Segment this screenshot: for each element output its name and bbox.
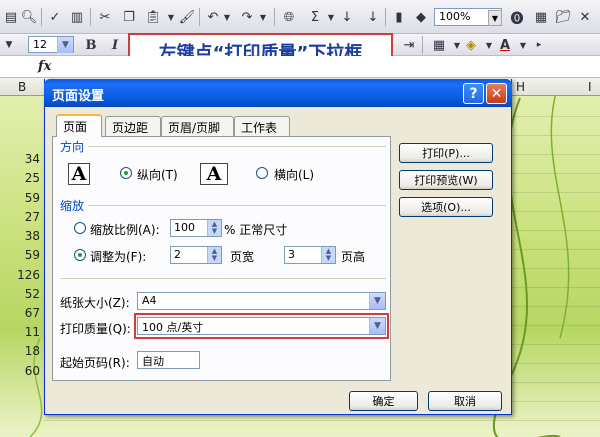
portrait-icon: A <box>68 163 90 185</box>
portrait-radio[interactable] <box>120 167 132 179</box>
formula-bar <box>0 56 600 78</box>
landscape-label[interactable]: 横向(L) <box>274 166 314 183</box>
font-size-select[interactable]: 12 ▼ <box>28 36 74 53</box>
tab-sheet[interactable]: 工作表 <box>234 116 290 136</box>
zoom-dropdown-icon[interactable]: ▼ <box>488 10 502 26</box>
folder-icon[interactable]: 📁︎ <box>554 8 572 26</box>
paper-size-select[interactable]: A4 ▼ <box>137 292 386 310</box>
fit-wide-suffix: 页宽 <box>230 250 255 264</box>
paper-size-value: A4 <box>142 294 157 307</box>
cell-value[interactable]: 59 <box>0 248 40 262</box>
cell-value[interactable]: 59 <box>0 191 40 205</box>
font-color-icon[interactable]: A <box>496 36 514 54</box>
print-preview-icon[interactable]: 🔍︎ <box>20 8 38 26</box>
column-h-header[interactable]: H <box>516 80 525 94</box>
cell-value[interactable]: 18 <box>0 344 40 358</box>
indent-icon[interactable]: ⇥ <box>400 36 418 54</box>
cell-value[interactable]: 25 <box>0 171 40 185</box>
fx-icon[interactable]: fx <box>38 59 51 74</box>
highlight-box <box>134 313 389 339</box>
spin-arrows-icon[interactable]: ▲ ▼ <box>321 247 335 263</box>
help-button[interactable]: ? <box>463 83 484 104</box>
orientation-group-label: 方向 <box>60 140 85 154</box>
undo-dropdown-icon[interactable]: ▼ <box>218 8 236 26</box>
cell-value[interactable]: 34 <box>0 152 40 166</box>
dialog-title: 页面设置 <box>44 79 512 107</box>
fit-tall-value: 3 <box>288 248 295 261</box>
spin-arrows-icon[interactable]: ▲ ▼ <box>207 220 221 236</box>
cell-value[interactable]: 60 <box>0 364 40 378</box>
close-button[interactable]: ✕ <box>486 83 507 104</box>
paste-icon[interactable]: 📋︎ <box>144 8 162 26</box>
column-i-header[interactable]: I <box>588 80 592 94</box>
zoom-value: 100% <box>439 10 471 23</box>
research-icon[interactable]: ▥ <box>68 8 86 26</box>
adjust-to-label[interactable]: 缩放比例(A): <box>90 221 160 238</box>
first-page-label: 起始页码(R): <box>60 356 130 370</box>
bold-button[interactable]: B <box>82 36 100 54</box>
ok-button[interactable]: 确定 <box>349 391 418 411</box>
fit-wide-value: 2 <box>174 248 181 261</box>
sort-descending-icon[interactable]: ↓ <box>364 8 382 26</box>
cell-value[interactable]: 52 <box>0 287 40 301</box>
chevron-down-icon[interactable]: ▼ <box>369 293 385 309</box>
redo-dropdown-icon[interactable]: ▼ <box>254 8 272 26</box>
tab-header-footer[interactable]: 页眉/页脚 <box>161 116 234 136</box>
borders-icon[interactable]: ▦ <box>430 36 448 54</box>
adjust-to-value: 100 <box>174 221 195 234</box>
tab-margins[interactable]: 页边距 <box>105 116 161 136</box>
print-button[interactable]: 打印(P)... <box>399 143 493 163</box>
adjust-to-radio[interactable] <box>74 222 86 234</box>
sheet-icon[interactable]: ▦ <box>532 8 550 26</box>
adjust-to-suffix: % 正常尺寸 <box>224 223 288 237</box>
first-page-input[interactable]: 自动 <box>137 351 200 369</box>
spelling-icon[interactable]: ✓ <box>46 8 64 26</box>
fit-to-radio[interactable] <box>74 249 86 261</box>
landscape-icon: A <box>200 163 228 185</box>
format-painter-icon[interactable]: 🖌︎ <box>178 8 196 26</box>
cell-value[interactable]: 11 <box>0 325 40 339</box>
drawing-icon[interactable]: ◆ <box>412 8 430 26</box>
cell-value[interactable]: 67 <box>0 306 40 320</box>
print-preview-button[interactable]: 打印预览(W) <box>399 170 493 190</box>
landscape-radio[interactable] <box>256 167 268 179</box>
toolbar-options-icon[interactable]: ▸ <box>530 36 548 54</box>
font-dropdown-icon[interactable]: ▼ <box>0 36 18 54</box>
print-icon[interactable]: ▤ <box>2 8 20 26</box>
standard-toolbar: ▤ 🔍︎ ✓ ▥ ✂ ❐ 📋︎ ▼ 🖌︎ ↶ ▼ ↷ ▼ 🌐︎ Σ ▼ ↓ ↓ … <box>0 0 600 34</box>
cancel-button[interactable]: 取消 <box>428 391 502 411</box>
portrait-label[interactable]: 纵向(T) <box>137 166 178 183</box>
cell-value[interactable]: 27 <box>0 210 40 224</box>
font-size-value: 12 <box>33 38 47 51</box>
chart-wizard-icon[interactable]: ▮ <box>390 8 408 26</box>
scaling-group-label: 缩放 <box>60 199 85 213</box>
excel-icon[interactable]: ✕ <box>576 8 594 26</box>
spin-arrows-icon[interactable]: ▲ ▼ <box>207 247 221 263</box>
cell-value[interactable]: 38 <box>0 229 40 243</box>
adjust-to-spinner[interactable]: 100 ▲ ▼ <box>170 219 222 237</box>
fit-tall-suffix: 页高 <box>341 250 366 264</box>
cell-value[interactable]: 126 <box>0 268 40 282</box>
italic-button[interactable]: I <box>106 36 124 54</box>
print-quality-label: 打印质量(Q): <box>60 322 131 336</box>
tab-page[interactable]: 页面 <box>56 114 102 137</box>
help-icon[interactable]: ⓿ <box>508 8 526 27</box>
fit-tall-spinner[interactable]: 3 ▲ ▼ <box>284 246 336 264</box>
font-size-dropdown-icon[interactable]: ▼ <box>57 37 73 53</box>
fill-color-icon[interactable]: ◈ <box>462 36 480 54</box>
first-page-value: 自动 <box>142 355 164 368</box>
copy-icon[interactable]: ❐ <box>120 8 138 26</box>
hyperlink-icon[interactable]: 🌐︎ <box>280 8 298 26</box>
fit-wide-spinner[interactable]: 2 ▲ ▼ <box>170 246 222 264</box>
cut-icon[interactable]: ✂ <box>96 8 114 26</box>
sort-ascending-icon[interactable]: ↓ <box>338 8 356 26</box>
column-b-header[interactable]: B <box>18 80 26 94</box>
paper-size-label: 纸张大小(Z): <box>60 296 130 310</box>
options-button[interactable]: 选项(O)... <box>399 197 493 217</box>
fit-to-label[interactable]: 调整为(F): <box>90 248 146 265</box>
